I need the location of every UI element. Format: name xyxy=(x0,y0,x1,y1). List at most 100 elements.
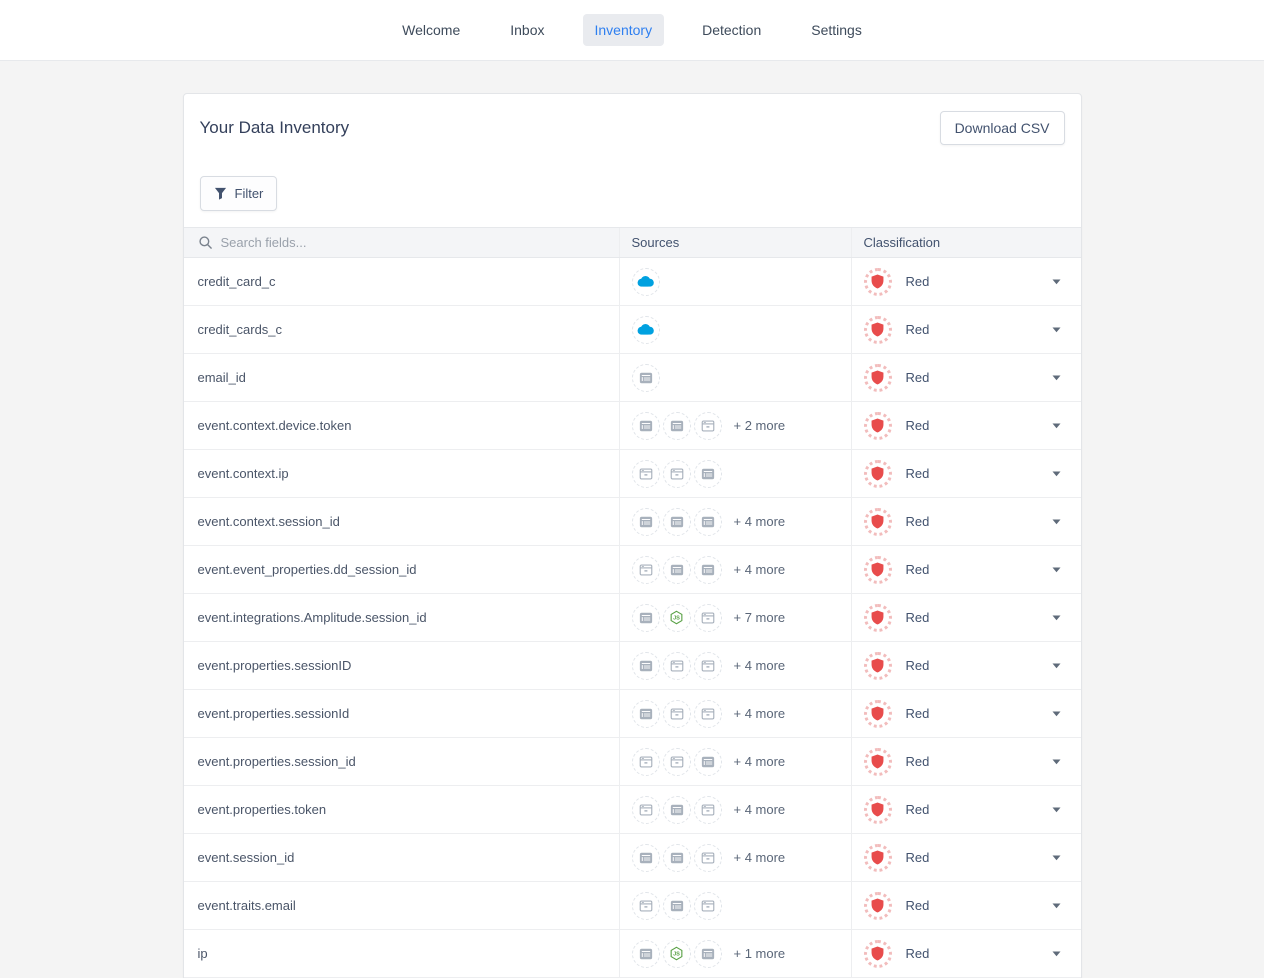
tab-inbox[interactable]: Inbox xyxy=(498,14,556,46)
more-sources-label[interactable]: + 2 more xyxy=(734,418,786,433)
browser-outline-icon[interactable] xyxy=(694,844,722,872)
classification-select[interactable]: Red xyxy=(851,930,1081,977)
window-filled-icon[interactable] xyxy=(663,412,691,440)
table-row: credit_card_c Red xyxy=(184,258,1081,306)
classification-select[interactable]: Red xyxy=(851,450,1081,497)
more-sources-label[interactable]: + 4 more xyxy=(734,802,786,817)
window-filled-icon[interactable] xyxy=(694,508,722,536)
more-sources-label[interactable]: + 4 more xyxy=(734,658,786,673)
filter-button[interactable]: Filter xyxy=(200,176,278,211)
window-filled-icon[interactable] xyxy=(663,892,691,920)
chevron-down-icon xyxy=(1052,855,1061,861)
shield-icon xyxy=(864,412,892,440)
browser-outline-icon[interactable] xyxy=(694,604,722,632)
main-content: Your Data Inventory Download CSV Filter xyxy=(0,93,1264,978)
filter-row: Filter xyxy=(184,145,1081,227)
browser-outline-icon[interactable] xyxy=(663,652,691,680)
classification-select[interactable]: Red xyxy=(851,834,1081,881)
table-row: credit_cards_c Red xyxy=(184,306,1081,354)
download-csv-button[interactable]: Download CSV xyxy=(940,111,1065,145)
more-sources-label[interactable]: + 4 more xyxy=(734,754,786,769)
classification-select[interactable]: Red xyxy=(851,738,1081,785)
more-sources-label[interactable]: + 7 more xyxy=(734,610,786,625)
browser-outline-icon[interactable] xyxy=(632,748,660,776)
window-filled-icon[interactable] xyxy=(694,556,722,584)
window-filled-icon[interactable] xyxy=(632,652,660,680)
window-filled-icon[interactable] xyxy=(694,940,722,968)
browser-outline-icon[interactable] xyxy=(632,460,660,488)
shield-icon xyxy=(864,556,892,584)
window-filled-icon[interactable] xyxy=(663,844,691,872)
window-filled-icon[interactable] xyxy=(632,412,660,440)
classification-select[interactable]: Red xyxy=(851,786,1081,833)
classification-select[interactable]: Red xyxy=(851,306,1081,353)
browser-outline-icon[interactable] xyxy=(632,556,660,584)
classification-select[interactable]: Red xyxy=(851,690,1081,737)
classification-select[interactable]: Red xyxy=(851,258,1081,305)
window-filled-icon[interactable] xyxy=(694,748,722,776)
window-filled-icon[interactable] xyxy=(663,508,691,536)
more-sources-label[interactable]: + 4 more xyxy=(734,514,786,529)
browser-outline-icon[interactable] xyxy=(694,652,722,680)
window-filled-icon[interactable] xyxy=(663,796,691,824)
tab-welcome[interactable]: Welcome xyxy=(390,14,472,46)
classification-select[interactable]: Red xyxy=(851,594,1081,641)
sources-cell: + 4 more xyxy=(619,738,851,785)
classification-select[interactable]: Red xyxy=(851,642,1081,689)
browser-outline-icon[interactable] xyxy=(663,700,691,728)
table-row: event.properties.session_id + 4 more Red xyxy=(184,738,1081,786)
field-name: credit_cards_c xyxy=(198,322,283,337)
search-input[interactable] xyxy=(221,235,600,250)
svg-text:JS: JS xyxy=(673,616,680,622)
field-name: event.context.device.token xyxy=(198,418,352,433)
more-sources-label[interactable]: + 1 more xyxy=(734,946,786,961)
classification-value: Red xyxy=(906,754,930,769)
chevron-down-icon xyxy=(1052,327,1061,333)
classification-value: Red xyxy=(906,274,930,289)
classification-value: Red xyxy=(906,370,930,385)
window-filled-icon[interactable] xyxy=(694,460,722,488)
classification-value: Red xyxy=(906,418,930,433)
browser-outline-icon[interactable] xyxy=(694,892,722,920)
browser-outline-icon[interactable] xyxy=(663,748,691,776)
window-filled-icon[interactable] xyxy=(632,844,660,872)
window-filled-icon[interactable] xyxy=(632,700,660,728)
browser-outline-icon[interactable] xyxy=(632,796,660,824)
browser-outline-icon[interactable] xyxy=(663,460,691,488)
classification-value: Red xyxy=(906,706,930,721)
browser-outline-icon[interactable] xyxy=(694,700,722,728)
window-filled-icon[interactable] xyxy=(632,940,660,968)
shield-icon xyxy=(864,364,892,392)
salesforce-icon[interactable] xyxy=(632,268,660,296)
filter-button-label: Filter xyxy=(235,186,264,201)
classification-value: Red xyxy=(906,610,930,625)
source-icons xyxy=(632,364,663,392)
browser-outline-icon[interactable] xyxy=(694,412,722,440)
tab-inventory[interactable]: Inventory xyxy=(583,14,665,46)
nodejs-icon[interactable]: JS xyxy=(663,604,691,632)
salesforce-icon[interactable] xyxy=(632,316,660,344)
classification-select[interactable]: Red xyxy=(851,354,1081,401)
classification-select[interactable]: Red xyxy=(851,546,1081,593)
shield-icon xyxy=(864,796,892,824)
tab-settings[interactable]: Settings xyxy=(799,14,874,46)
tab-detection[interactable]: Detection xyxy=(690,14,773,46)
sources-cell xyxy=(619,354,851,401)
window-filled-icon[interactable] xyxy=(632,604,660,632)
card-header: Your Data Inventory Download CSV xyxy=(184,94,1081,145)
sources-cell: + 4 more xyxy=(619,498,851,545)
browser-outline-icon[interactable] xyxy=(632,892,660,920)
window-filled-icon[interactable] xyxy=(663,556,691,584)
window-filled-icon[interactable] xyxy=(632,364,660,392)
more-sources-label[interactable]: + 4 more xyxy=(734,706,786,721)
window-filled-icon[interactable] xyxy=(632,508,660,536)
shield-icon xyxy=(864,700,892,728)
classification-select[interactable]: Red xyxy=(851,498,1081,545)
nodejs-icon[interactable]: JS xyxy=(663,940,691,968)
more-sources-label[interactable]: + 4 more xyxy=(734,850,786,865)
classification-select[interactable]: Red xyxy=(851,402,1081,449)
classification-select[interactable]: Red xyxy=(851,882,1081,929)
browser-outline-icon[interactable] xyxy=(694,796,722,824)
classification-value: Red xyxy=(906,898,930,913)
more-sources-label[interactable]: + 4 more xyxy=(734,562,786,577)
